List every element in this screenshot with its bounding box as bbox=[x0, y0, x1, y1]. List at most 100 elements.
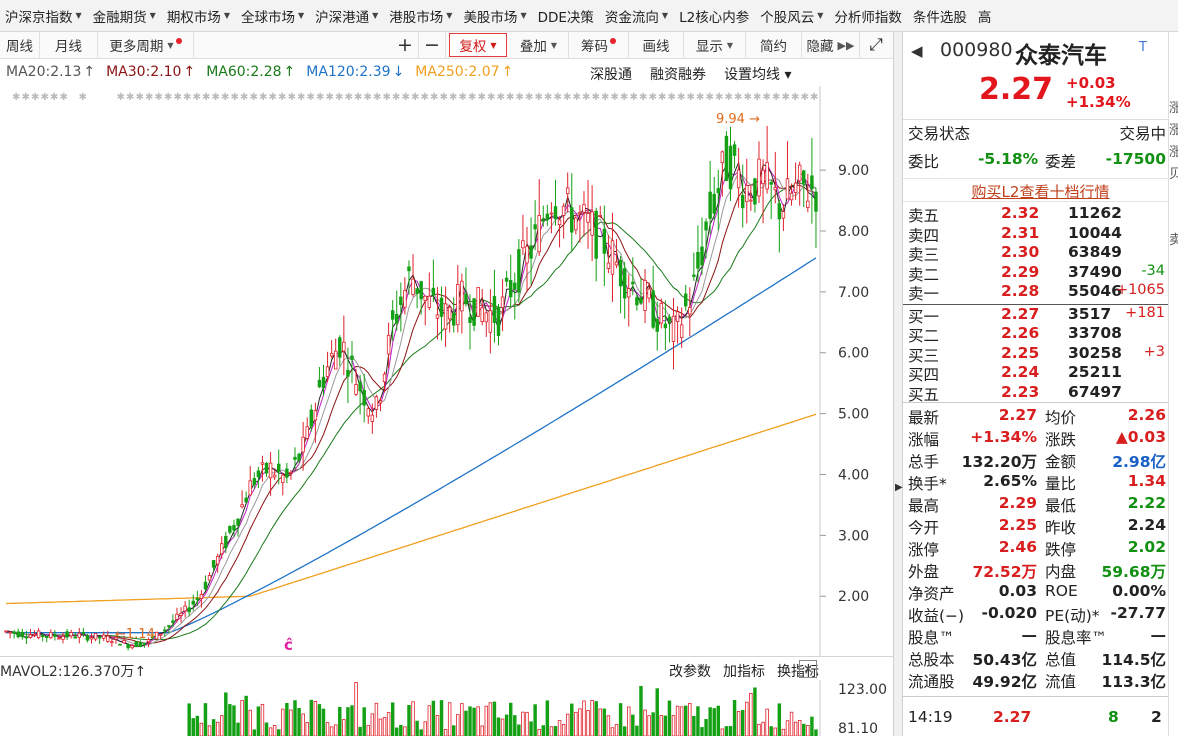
event-marker[interactable]: ✱ bbox=[763, 92, 771, 103]
nav-item[interactable]: DDE决策 bbox=[533, 6, 600, 26]
event-marker[interactable]: ✱ bbox=[421, 92, 429, 103]
nav-item-edge[interactable]: 高 bbox=[973, 6, 998, 26]
event-marker[interactable]: ✱ bbox=[601, 92, 609, 103]
event-marker[interactable]: ✱ bbox=[354, 92, 362, 103]
event-marker[interactable]: ✱ bbox=[364, 92, 372, 103]
candlestick-chart[interactable]: 9.008.007.006.005.004.003.002.00✱ ✱ ✱ ✱ ✱ ✱ ✱ ✱… bbox=[0, 86, 893, 656]
volume-link[interactable]: 加指标 bbox=[723, 661, 765, 681]
event-marker[interactable]: ✱ bbox=[706, 92, 714, 103]
chart-top-link[interactable]: 融资融券 bbox=[650, 64, 706, 84]
event-marker[interactable]: ✱ bbox=[696, 92, 704, 103]
event-marker[interactable]: ✱ bbox=[136, 92, 144, 103]
event-marker[interactable]: ✱ bbox=[801, 92, 809, 103]
event-marker[interactable]: ✱ bbox=[715, 92, 723, 103]
event-marker[interactable]: ✱ bbox=[402, 92, 410, 103]
event-marker[interactable]: ✱ bbox=[535, 92, 543, 103]
event-marker[interactable]: ✱ bbox=[335, 92, 343, 103]
event-marker[interactable]: ✱ bbox=[345, 92, 353, 103]
event-marker[interactable]: ✱ bbox=[269, 92, 277, 103]
nav-item[interactable]: 美股市场 ▼ bbox=[458, 6, 532, 26]
event-flag-icon[interactable]: ĉ bbox=[284, 636, 293, 654]
nav-item[interactable]: 港股市场 ▼ bbox=[384, 6, 458, 26]
event-marker[interactable]: ✱ bbox=[449, 92, 457, 103]
chart-top-link[interactable]: 设置均线 ▾ bbox=[724, 64, 791, 84]
event-marker[interactable]: ✱ bbox=[288, 92, 296, 103]
event-marker[interactable]: ✱ bbox=[468, 92, 476, 103]
event-marker[interactable]: ✱ bbox=[810, 92, 818, 103]
nav-item[interactable]: 期权市场 ▼ bbox=[162, 6, 236, 26]
event-marker[interactable]: ✱ bbox=[592, 92, 600, 103]
zoom-in-button[interactable]: + bbox=[392, 32, 419, 58]
simple-mode-button[interactable]: 简约 bbox=[746, 32, 802, 58]
nav-item[interactable]: 沪深京指数 ▼ bbox=[0, 6, 88, 26]
event-marker[interactable]: ✱ bbox=[753, 92, 761, 103]
event-marker[interactable]: ✱ bbox=[687, 92, 695, 103]
chart-top-link[interactable]: 深股通 bbox=[590, 64, 632, 84]
event-marker[interactable]: ✱ bbox=[31, 92, 39, 103]
adjust-rights-dropdown[interactable]: 复权 ▼ bbox=[449, 33, 507, 57]
more-periods-dropdown[interactable]: 更多周期 ▼ bbox=[98, 32, 194, 58]
event-marker[interactable]: ✱ bbox=[677, 92, 685, 103]
event-marker[interactable]: ✱ bbox=[117, 92, 125, 103]
event-marker[interactable]: ✱ bbox=[782, 92, 790, 103]
event-marker[interactable]: ✱ bbox=[744, 92, 752, 103]
t-mark-icon[interactable]: T bbox=[1139, 40, 1147, 55]
display-dropdown[interactable]: 显示 ▼ bbox=[684, 32, 746, 58]
event-marker[interactable]: ✱ bbox=[582, 92, 590, 103]
event-marker[interactable]: ✱ bbox=[383, 92, 391, 103]
event-marker[interactable]: ✱ bbox=[22, 92, 30, 103]
event-marker[interactable]: ✱ bbox=[459, 92, 467, 103]
draw-line-button[interactable]: 画线 bbox=[629, 32, 684, 58]
hide-button[interactable]: 隐藏 ▶▶ bbox=[802, 32, 860, 58]
event-marker[interactable]: ✱ bbox=[478, 92, 486, 103]
event-marker[interactable]: ✱ bbox=[373, 92, 381, 103]
event-marker[interactable]: ✱ bbox=[193, 92, 201, 103]
event-marker[interactable]: ✱ bbox=[772, 92, 780, 103]
event-marker[interactable]: ✱ bbox=[668, 92, 676, 103]
period-weekly-button[interactable]: 周线 bbox=[0, 32, 40, 58]
event-marker[interactable]: ✱ bbox=[630, 92, 638, 103]
nav-item[interactable]: 分析师指数 bbox=[829, 6, 908, 26]
event-marker[interactable]: ✱ bbox=[563, 92, 571, 103]
event-marker[interactable]: ✱ bbox=[240, 92, 248, 103]
nav-item[interactable]: 资金流向 ▼ bbox=[600, 6, 674, 26]
event-marker[interactable]: ✱ bbox=[259, 92, 267, 103]
fullscreen-icon[interactable]: ⤢ bbox=[860, 32, 892, 58]
event-marker[interactable]: ✱ bbox=[231, 92, 239, 103]
event-marker[interactable]: ✱ bbox=[611, 92, 619, 103]
event-marker[interactable]: ✱ bbox=[791, 92, 799, 103]
event-marker[interactable]: ✱ bbox=[725, 92, 733, 103]
event-marker[interactable]: ✱ bbox=[487, 92, 495, 103]
event-marker[interactable]: ✱ bbox=[497, 92, 505, 103]
event-marker[interactable]: ✱ bbox=[60, 92, 68, 103]
event-marker[interactable]: ✱ bbox=[12, 92, 20, 103]
event-marker[interactable]: ✱ bbox=[126, 92, 134, 103]
zoom-out-button[interactable]: − bbox=[419, 32, 446, 58]
event-marker[interactable]: ✱ bbox=[326, 92, 334, 103]
buy-l2-link[interactable]: 购买L2查看十档行情 bbox=[903, 178, 1178, 202]
event-marker[interactable]: ✱ bbox=[41, 92, 49, 103]
event-marker[interactable]: ✱ bbox=[307, 92, 315, 103]
volume-chart[interactable]: 123.00 81.10 bbox=[0, 680, 893, 736]
event-marker[interactable]: ✱ bbox=[658, 92, 666, 103]
back-arrow-icon[interactable]: ◀ bbox=[911, 42, 923, 60]
event-marker[interactable]: ✱ bbox=[316, 92, 324, 103]
event-marker[interactable]: ✱ bbox=[440, 92, 448, 103]
close-icon[interactable]: ✕ bbox=[799, 660, 817, 678]
event-marker[interactable]: ✱ bbox=[525, 92, 533, 103]
nav-item[interactable]: 金融期货 ▼ bbox=[88, 6, 162, 26]
event-marker[interactable]: ✱ bbox=[392, 92, 400, 103]
event-marker[interactable]: ✱ bbox=[50, 92, 58, 103]
event-marker[interactable]: ✱ bbox=[620, 92, 628, 103]
volume-link[interactable]: 改参数 bbox=[669, 661, 711, 681]
event-marker[interactable]: ✱ bbox=[506, 92, 514, 103]
event-marker[interactable]: ✱ bbox=[278, 92, 286, 103]
chips-button[interactable]: 筹码 bbox=[569, 32, 629, 58]
event-marker[interactable]: ✱ bbox=[544, 92, 552, 103]
event-marker[interactable]: ✱ bbox=[649, 92, 657, 103]
event-marker[interactable]: ✱ bbox=[430, 92, 438, 103]
panel-collapse-bar[interactable]: ▶ bbox=[893, 32, 903, 736]
event-marker[interactable]: ✱ bbox=[516, 92, 524, 103]
period-monthly-button[interactable]: 月线 bbox=[40, 32, 98, 58]
event-marker[interactable]: ✱ bbox=[221, 92, 229, 103]
